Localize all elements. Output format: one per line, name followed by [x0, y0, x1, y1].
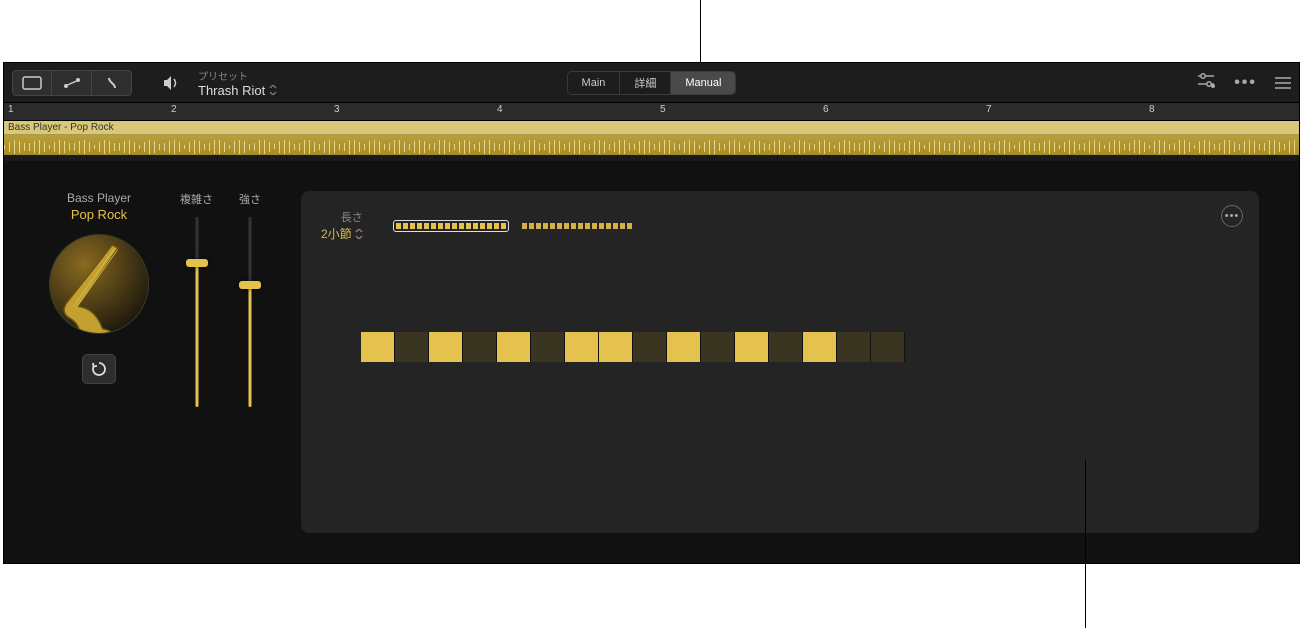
step-cell[interactable]	[497, 332, 531, 362]
complexity-label: 複雑さ	[180, 191, 213, 207]
toolbar: プリセット Thrash Riot Main 詳細 Manual •••	[4, 63, 1299, 103]
ruler-mark: 7	[986, 104, 992, 115]
pattern-more-button[interactable]: •••	[1221, 205, 1243, 227]
tab-detail[interactable]: 詳細	[620, 72, 671, 94]
step-cell[interactable]	[803, 332, 837, 362]
step-cell[interactable]	[531, 332, 565, 362]
step-cell[interactable]	[395, 332, 429, 362]
step-cell[interactable]	[361, 332, 395, 362]
step-cell[interactable]	[837, 332, 871, 362]
player-type-label: Bass Player	[44, 191, 154, 205]
pattern-length-selector[interactable]: 長さ 2小節	[321, 209, 363, 242]
more-options-button[interactable]: •••	[1234, 74, 1257, 92]
player-style-label: Pop Rock	[44, 207, 154, 222]
step-cell[interactable]	[769, 332, 803, 362]
menu-button[interactable]	[1275, 77, 1291, 89]
ruler-mark: 3	[334, 104, 340, 115]
step-cell[interactable]	[429, 332, 463, 362]
step-cell[interactable]	[701, 332, 735, 362]
editor-area: Bass Player Pop Rock 複雑さ	[4, 161, 1299, 563]
chevrons-icon	[355, 229, 363, 239]
region-view-button[interactable]	[12, 70, 52, 96]
segment-group[interactable]	[393, 220, 509, 232]
tab-manual[interactable]: Manual	[671, 72, 735, 94]
track-area: Bass Player - Pop Rock	[4, 121, 1299, 161]
ruler-mark: 1	[8, 104, 14, 115]
view-tabs: Main 詳細 Manual	[567, 71, 737, 95]
timeline-ruler[interactable]: 1 2 3 4 5 6 7 8	[4, 103, 1299, 121]
segment-selector[interactable]	[393, 220, 635, 232]
pattern-panel: 長さ 2小節 •••	[301, 191, 1259, 533]
step-cell[interactable]	[599, 332, 633, 362]
app-window: プリセット Thrash Riot Main 詳細 Manual •••	[3, 62, 1300, 564]
preset-selector[interactable]: プリセット Thrash Riot	[198, 68, 277, 98]
complexity-slider[interactable]	[187, 217, 207, 407]
instrument-avatar[interactable]	[49, 234, 149, 334]
preset-label: プリセット	[198, 68, 277, 83]
region-waveform[interactable]	[4, 135, 1299, 155]
ruler-mark: 8	[1149, 104, 1155, 115]
step-cell[interactable]	[735, 332, 769, 362]
region-name[interactable]: Bass Player - Pop Rock	[4, 121, 1299, 135]
tab-main[interactable]: Main	[568, 72, 621, 94]
ruler-mark: 5	[660, 104, 666, 115]
intensity-slider[interactable]	[240, 217, 260, 407]
step-sequencer[interactable]	[361, 332, 1239, 362]
volume-icon[interactable]	[162, 75, 180, 91]
step-cell[interactable]	[463, 332, 497, 362]
segment-group[interactable]	[519, 220, 635, 232]
regenerate-button[interactable]	[82, 354, 116, 384]
intensity-label: 強さ	[239, 191, 261, 207]
ruler-mark: 2	[171, 104, 177, 115]
chevrons-icon	[269, 85, 277, 95]
callout-line-bottom	[1085, 460, 1086, 628]
player-panel: Bass Player Pop Rock 複雑さ	[44, 191, 261, 533]
callout-line-top	[700, 0, 701, 62]
step-cell[interactable]	[871, 332, 905, 362]
automation-view-button[interactable]	[52, 70, 92, 96]
ruler-mark: 6	[823, 104, 829, 115]
flex-view-button[interactable]	[92, 70, 132, 96]
step-cell[interactable]	[633, 332, 667, 362]
length-value: 2小節	[321, 225, 352, 242]
length-label: 長さ	[321, 209, 363, 225]
step-cell[interactable]	[565, 332, 599, 362]
step-cell[interactable]	[667, 332, 701, 362]
preset-name: Thrash Riot	[198, 83, 265, 98]
settings-sliders-button[interactable]	[1196, 72, 1216, 93]
ruler-mark: 4	[497, 104, 503, 115]
